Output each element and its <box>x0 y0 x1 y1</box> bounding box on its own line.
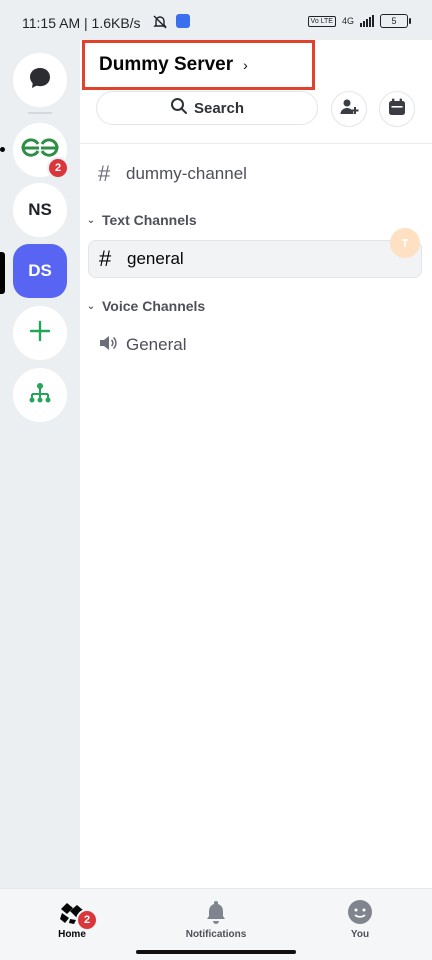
server-name-header[interactable]: Dummy Server › <box>82 40 315 90</box>
unread-indicator <box>0 147 5 152</box>
chat-bubble-icon <box>27 65 53 96</box>
search-button[interactable]: Search <box>96 91 318 125</box>
home-badge: 2 <box>76 909 98 931</box>
nav-notifications-label: Notifications <box>185 929 247 940</box>
direct-messages-button[interactable] <box>13 53 67 107</box>
hash-icon: # <box>98 161 111 186</box>
discover-servers-button[interactable] <box>13 368 67 422</box>
nav-home-label: Home <box>58 929 86 940</box>
nav-you-label: You <box>350 929 370 940</box>
battery-icon: 5 <box>380 14 411 28</box>
nav-notifications[interactable]: Notifications <box>166 899 266 940</box>
hash-icon: # <box>99 246 112 271</box>
channel-panel: Dummy Server › Search # dummy-channel ⌄ … <box>80 40 432 888</box>
nav-you[interactable]: You <box>310 899 410 940</box>
events-button[interactable] <box>379 91 415 127</box>
bottom-navigation: 2 Home Notifications You <box>0 888 432 960</box>
home-icon: 2 <box>58 899 98 931</box>
rail-separator <box>28 112 52 114</box>
volte-icon: Vo LTE <box>307 15 336 27</box>
invite-members-button[interactable] <box>331 91 367 127</box>
server-rail: 2 NS DS <box>0 40 80 888</box>
ns-server-button[interactable]: NS <box>13 183 67 237</box>
gesture-bar[interactable] <box>136 950 296 954</box>
unread-badge: 2 <box>47 157 69 179</box>
category-title: Text Channels <box>102 212 197 228</box>
speaker-icon <box>98 334 118 356</box>
header-divider <box>80 143 432 144</box>
channel-name: general <box>127 249 184 268</box>
selected-server-indicator <box>0 252 5 294</box>
channel-general-text[interactable]: # general <box>88 240 422 278</box>
ds-server-button[interactable]: DS <box>13 244 67 298</box>
bell-icon <box>202 899 230 925</box>
notifications-muted-icon <box>152 14 170 32</box>
channel-general-voice[interactable]: General <box>88 326 422 364</box>
signal-icon <box>360 15 374 27</box>
channel-name: General <box>126 335 187 354</box>
search-icon <box>170 97 188 119</box>
discord-app-screen: 11:15 AM | 1.6KB/s Vo LTE 4G 5 2 NS DS D… <box>0 0 432 960</box>
status-right: Vo LTE 4G 5 <box>307 14 411 28</box>
server-name: Dummy Server <box>99 54 234 75</box>
calendar-icon <box>387 97 407 122</box>
chevron-down-icon: ⌄ <box>86 300 96 312</box>
category-title: Voice Channels <box>102 298 206 314</box>
add-server-button[interactable] <box>13 306 67 360</box>
category-voice-channels[interactable]: ⌄ Voice Channels <box>84 294 205 318</box>
floating-action-icon[interactable] <box>390 228 420 258</box>
channel-name: dummy-channel <box>126 164 247 183</box>
avatar-icon <box>346 899 374 925</box>
status-bar: 11:15 AM | 1.6KB/s Vo LTE 4G 5 <box>0 0 432 40</box>
hierarchy-icon <box>28 381 52 410</box>
chevron-right-icon: › <box>243 57 248 73</box>
category-text-channels[interactable]: ⌄ Text Channels <box>84 208 197 232</box>
channel-dummy-channel[interactable]: # dummy-channel <box>88 155 422 193</box>
network-type: 4G <box>341 16 354 26</box>
status-time: 11:15 AM | 1.6KB/s <box>22 15 141 31</box>
chevron-down-icon: ⌄ <box>86 214 96 226</box>
add-user-icon <box>339 97 359 122</box>
plus-icon <box>29 320 51 347</box>
app-notification-icon <box>176 14 190 28</box>
search-label: Search <box>193 99 245 117</box>
gfg-server-button[interactable]: 2 <box>13 123 69 179</box>
nav-home[interactable]: 2 Home <box>22 899 122 940</box>
